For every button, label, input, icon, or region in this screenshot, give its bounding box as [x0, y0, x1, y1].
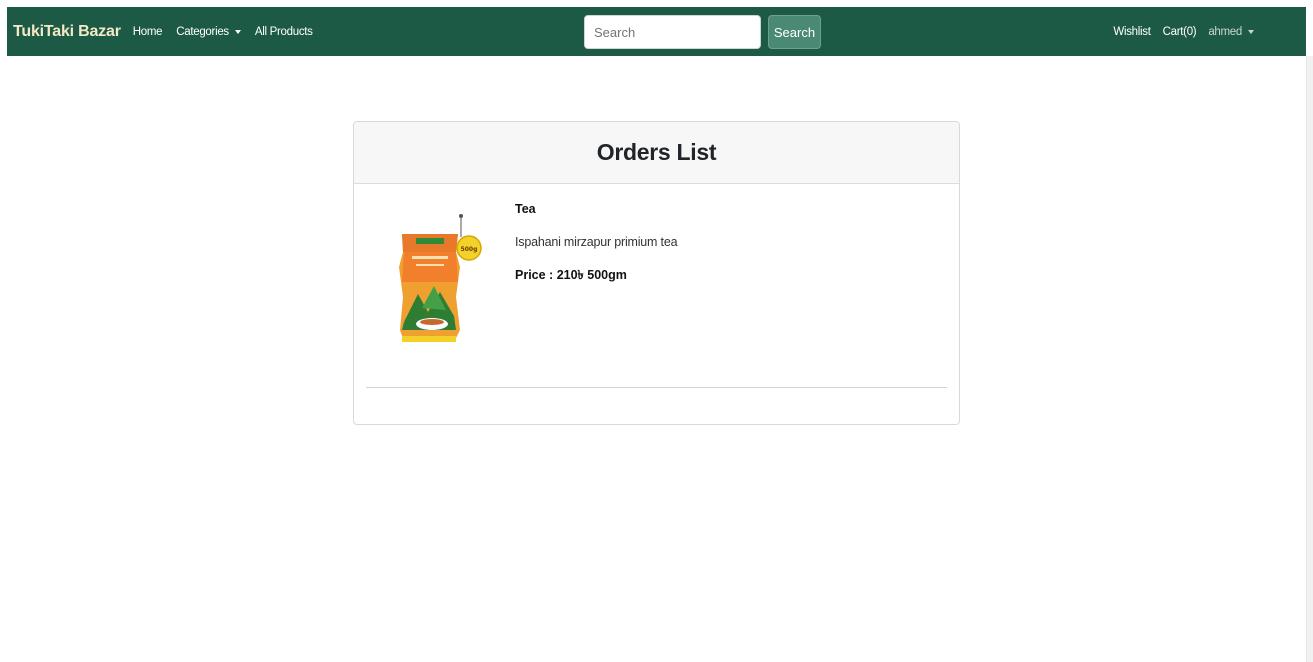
orders-card-header: Orders List	[354, 122, 959, 184]
navbar: TukiTaki Bazar Home Categories All Produ…	[7, 7, 1306, 56]
page-title: Orders List	[596, 139, 717, 165]
product-price: Price : 210৳ 500gm	[515, 267, 677, 287]
brand-logo[interactable]: TukiTaki Bazar	[13, 23, 121, 41]
caret-down-icon	[1248, 30, 1254, 34]
nav-categories-label: Categories	[176, 25, 229, 38]
user-menu-dropdown[interactable]: ahmed	[1208, 26, 1254, 38]
price-label: Price :	[515, 268, 554, 282]
tea-package-image: 500g	[399, 214, 482, 342]
product-description: Ispahani mirzapur primium tea	[515, 235, 678, 249]
package-weight-tag: 500g	[461, 246, 478, 253]
item-divider	[366, 387, 947, 388]
price-unit: 500gm	[587, 268, 627, 282]
caret-down-icon	[234, 30, 241, 34]
product-name: Tea	[515, 202, 536, 216]
order-details: Tea Ispahani mirzapur primium tea Price …	[515, 202, 678, 287]
nav-cart[interactable]: Cart(0)	[1163, 26, 1197, 38]
nav-wishlist[interactable]: Wishlist	[1113, 26, 1151, 38]
scrollbar-track[interactable]	[1306, 56, 1313, 662]
search-form: Search	[584, 15, 821, 49]
order-list-item: 500g Tea Ispahani mirzapur primium tea P…	[354, 184, 959, 388]
nav-categories-dropdown[interactable]: Categories	[176, 26, 241, 38]
price-value: 210৳	[556, 268, 584, 282]
nav-right: Wishlist Cart(0) ahmed	[1101, 7, 1254, 56]
nav-home[interactable]: Home	[133, 26, 163, 38]
nav-all-products[interactable]: All Products	[255, 26, 313, 38]
orders-card: Orders List 500g Tea Ispahani mirzapur p…	[353, 121, 960, 425]
search-input[interactable]	[584, 15, 761, 49]
top-strip	[0, 0, 1313, 7]
user-name: ahmed	[1208, 25, 1242, 38]
search-button[interactable]: Search	[768, 15, 821, 49]
